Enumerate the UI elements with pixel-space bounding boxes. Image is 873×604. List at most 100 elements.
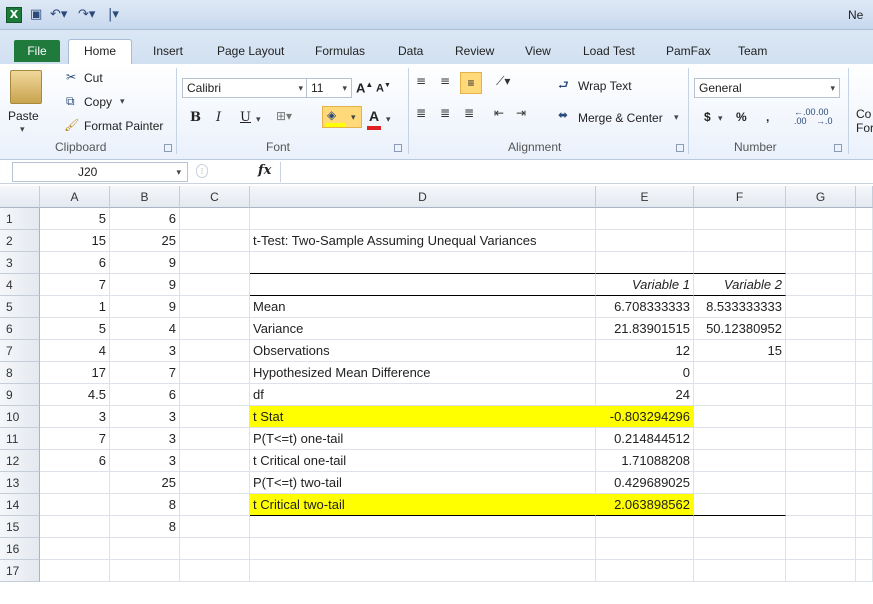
cell-c11[interactable] [180,428,250,450]
cell-a1[interactable]: 5 [40,208,110,230]
cut-button[interactable]: Cut [84,70,103,86]
currency-button[interactable]: $ [704,110,711,124]
cell-g10[interactable] [786,406,856,428]
cell-e16[interactable] [596,538,694,560]
italic-button[interactable]: I [216,110,221,125]
tab-file[interactable]: File [14,40,60,62]
cell-h15[interactable] [856,516,873,538]
insert-function-button[interactable]: fx [258,163,271,178]
cell-g16[interactable] [786,538,856,560]
cell-h10[interactable] [856,406,873,428]
cell-f8[interactable] [694,362,786,384]
cell-g4[interactable] [786,274,856,296]
cell-h5[interactable] [856,296,873,318]
cell-c4[interactable] [180,274,250,296]
row-header-12[interactable]: 12 [0,450,40,472]
cell-b7[interactable]: 3 [110,340,180,362]
cell-d5[interactable]: Mean [250,296,596,318]
decrease-decimal-button[interactable]: .00 →.0 [816,108,833,126]
cell-f2[interactable] [694,230,786,252]
column-header-d[interactable]: D [250,186,596,208]
orientation-icon[interactable]: ⟋▾ [496,74,510,89]
cell-f14[interactable] [694,494,786,516]
cell-c13[interactable] [180,472,250,494]
row-header-7[interactable]: 7 [0,340,40,362]
cell-g12[interactable] [786,450,856,472]
cell-b10[interactable]: 3 [110,406,180,428]
cell-g14[interactable] [786,494,856,516]
cell-f17[interactable] [694,560,786,582]
align-middle-icon[interactable]: ≡ [440,74,450,88]
row-header-17[interactable]: 17 [0,560,40,582]
row-header-2[interactable]: 2 [0,230,40,252]
tab-load-test[interactable]: Load Test [583,42,635,60]
row-header-3[interactable]: 3 [0,252,40,274]
row-header-4[interactable]: 4 [0,274,40,296]
cell-a5[interactable]: 1 [40,296,110,318]
underline-dropdown-icon[interactable]: ▾ [256,114,261,125]
paste-icon[interactable] [10,70,42,104]
cell-e3[interactable] [596,252,694,274]
shrink-font-icon[interactable]: A▼ [376,82,391,95]
cell-b4[interactable]: 9 [110,274,180,296]
align-right-icon[interactable]: ≣ [464,106,474,120]
column-header-g[interactable]: G [786,186,856,208]
cell-g2[interactable] [786,230,856,252]
clipboard-launcher-icon[interactable] [164,144,172,152]
cell-h2[interactable] [856,230,873,252]
cell-f10[interactable] [694,406,786,428]
tab-team[interactable]: Team [738,42,767,60]
row-header-11[interactable]: 11 [0,428,40,450]
cell-c9[interactable] [180,384,250,406]
cell-h4[interactable] [856,274,873,296]
column-header-h[interactable] [856,186,873,208]
cell-h13[interactable] [856,472,873,494]
cell-h3[interactable] [856,252,873,274]
font-launcher-icon[interactable] [394,144,402,152]
cell-e7[interactable]: 12 [596,340,694,362]
cell-f13[interactable] [694,472,786,494]
cell-e9[interactable]: 24 [596,384,694,406]
cell-h8[interactable] [856,362,873,384]
cell-b17[interactable] [110,560,180,582]
cell-h11[interactable] [856,428,873,450]
merge-dropdown-icon[interactable]: ▾ [674,112,679,123]
cell-f1[interactable] [694,208,786,230]
font-size-combo[interactable]: 11 ▾ [306,78,352,98]
cell-a2[interactable]: 15 [40,230,110,252]
cell-d7[interactable]: Observations [250,340,596,362]
comma-button[interactable]: , [766,110,769,124]
borders-icon[interactable]: ⊞▾ [276,109,292,123]
cell-f3[interactable] [694,252,786,274]
tab-home[interactable]: Home [68,39,132,65]
cell-e17[interactable] [596,560,694,582]
excel-logo-icon[interactable]: X [6,7,22,23]
select-all-corner[interactable] [0,186,40,208]
cell-b13[interactable]: 25 [110,472,180,494]
cell-f11[interactable] [694,428,786,450]
tab-pamfax[interactable]: PamFax [666,42,711,60]
cell-f5[interactable]: 8.533333333 [694,296,786,318]
tab-view[interactable]: View [525,42,551,60]
cell-h14[interactable] [856,494,873,516]
cell-c6[interactable] [180,318,250,340]
cell-c1[interactable] [180,208,250,230]
cell-e14[interactable]: 2.063898562 [596,494,694,516]
cell-a7[interactable]: 4 [40,340,110,362]
cell-a6[interactable]: 5 [40,318,110,340]
align-left-icon[interactable]: ≣ [416,106,426,120]
cell-g7[interactable] [786,340,856,362]
row-header-10[interactable]: 10 [0,406,40,428]
cell-g17[interactable] [786,560,856,582]
cell-b15[interactable]: 8 [110,516,180,538]
cell-a12[interactable]: 6 [40,450,110,472]
alignment-launcher-icon[interactable] [676,144,684,152]
cell-f12[interactable] [694,450,786,472]
cell-a14[interactable] [40,494,110,516]
cell-b6[interactable]: 4 [110,318,180,340]
undo-icon[interactable]: ↶▾ [50,6,67,24]
cell-e5[interactable]: 6.708333333 [596,296,694,318]
cell-a10[interactable]: 3 [40,406,110,428]
cell-e12[interactable]: 1.71088208 [596,450,694,472]
paste-dropdown-icon[interactable]: ▾ [20,124,25,135]
